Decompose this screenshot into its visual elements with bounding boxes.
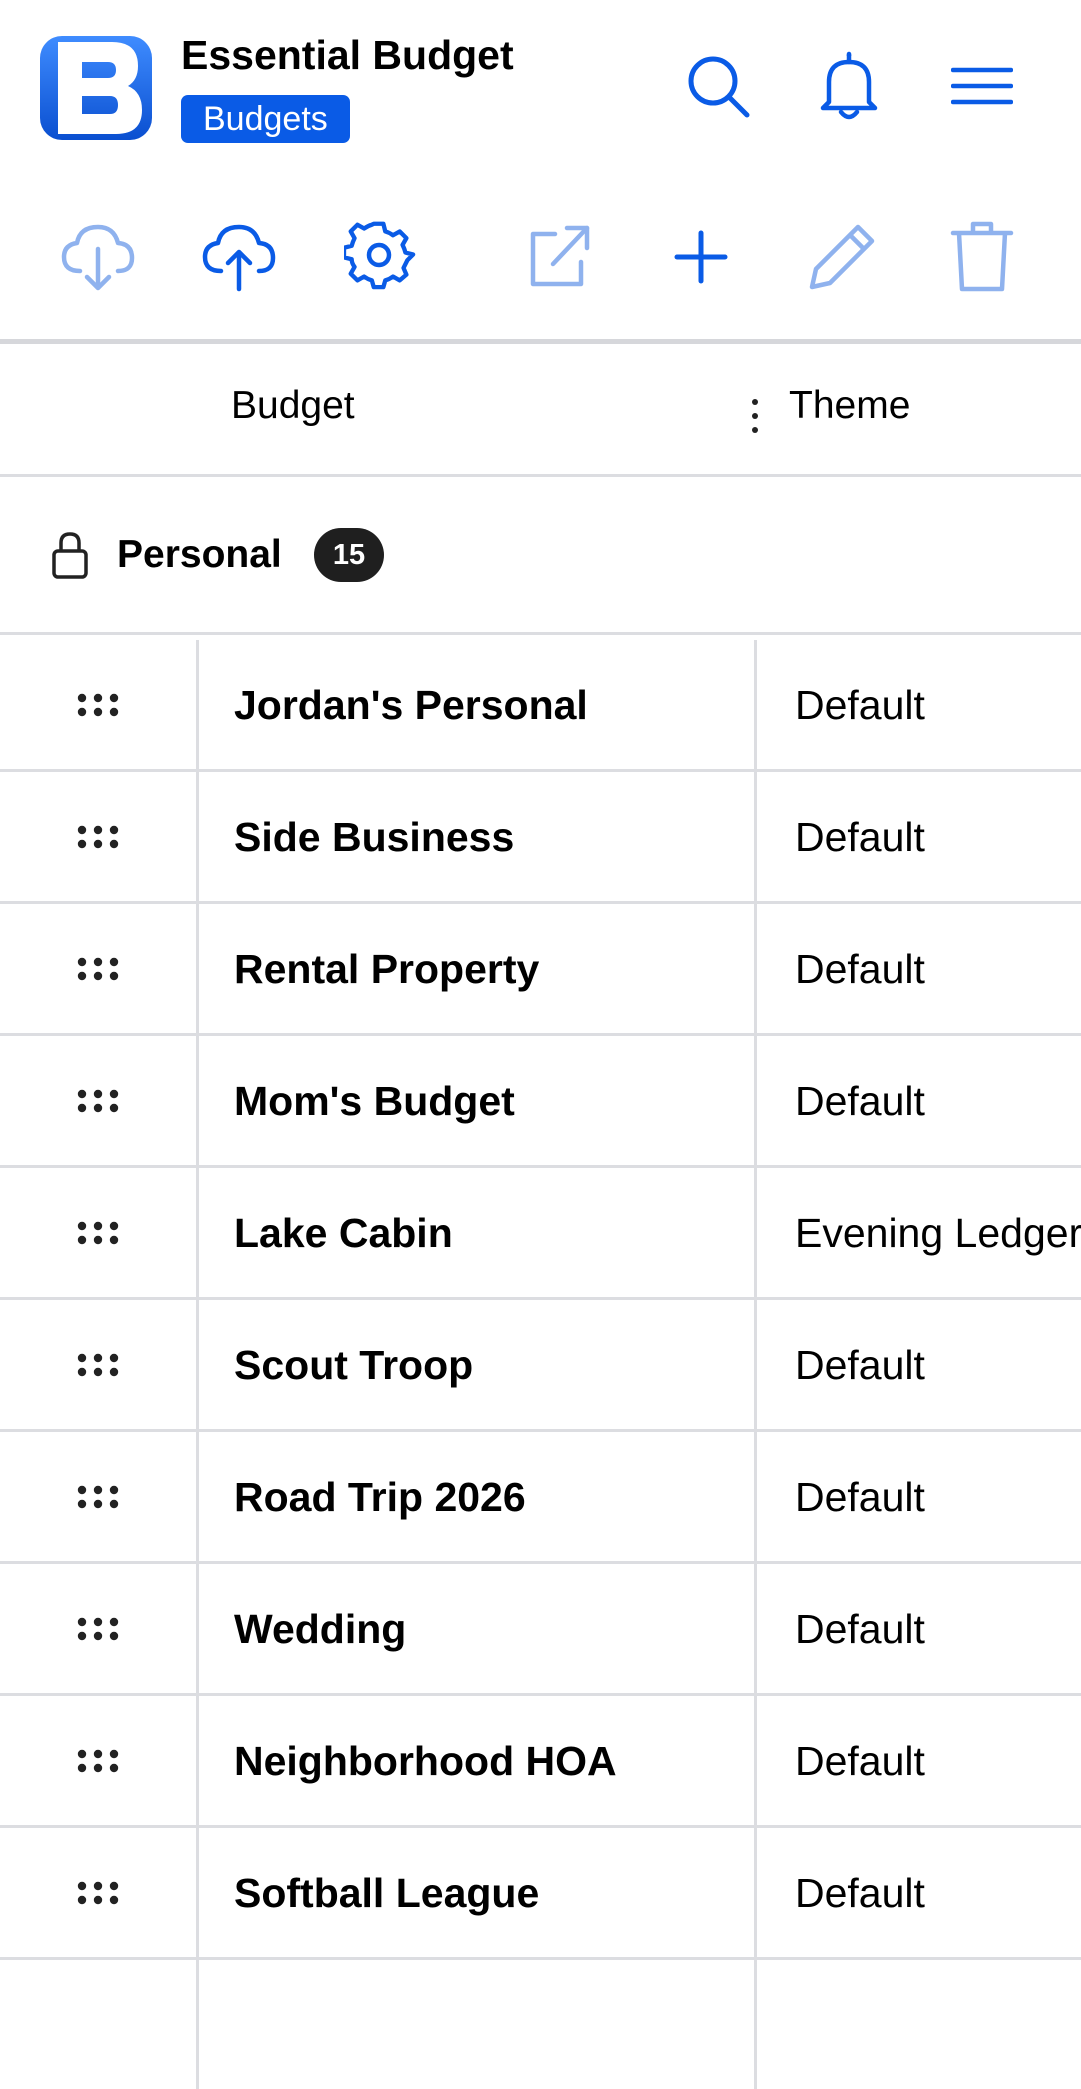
budget-name: Jordan's Personal	[234, 682, 588, 728]
plus-icon	[674, 230, 728, 284]
budget-name: Lake Cabin	[234, 1210, 453, 1256]
drag-handle[interactable]	[0, 1828, 199, 1957]
open-external-button[interactable]	[516, 215, 600, 299]
drag-handle-icon	[77, 1485, 119, 1508]
budget-theme: Default	[795, 1870, 925, 1916]
settings-button[interactable]	[338, 215, 422, 299]
table-row[interactable]: Mom's Budget Default	[0, 1036, 1081, 1168]
budget-name: Wedding	[234, 1606, 407, 1652]
pencil-icon	[809, 224, 875, 290]
hamburger-menu-icon	[951, 67, 1013, 105]
upload-button[interactable]	[197, 215, 281, 299]
section-badge[interactable]: Budgets	[181, 95, 350, 143]
gear-icon	[344, 221, 416, 290]
group-header[interactable]: Personal 15	[0, 477, 1081, 635]
theme-cell[interactable]: Evening Ledger	[754, 1168, 1081, 1297]
drag-handle[interactable]	[0, 640, 199, 769]
table-row[interactable]: Rental Property Default	[0, 904, 1081, 1036]
add-button[interactable]	[659, 215, 743, 299]
table-row[interactable]: Wedding Default	[0, 1564, 1081, 1696]
table-row[interactable]: Side Business Default	[0, 772, 1081, 904]
cloud-download-icon	[61, 224, 135, 291]
budget-name: Road Trip 2026	[234, 1474, 526, 1520]
budget-theme: Default	[795, 1078, 925, 1124]
cloud-upload-icon	[202, 224, 276, 292]
theme-cell[interactable]	[754, 1960, 1081, 2089]
group-count-badge: 15	[314, 528, 384, 582]
theme-cell[interactable]: Default	[754, 1828, 1081, 1957]
budget-list: Jordan's Personal Default Side Business …	[0, 640, 1081, 2089]
budget-theme: Evening Ledger	[795, 1210, 1081, 1256]
drag-handle[interactable]	[0, 1564, 199, 1693]
column-menu-icon[interactable]	[745, 396, 765, 436]
external-link-icon	[530, 225, 590, 287]
budget-theme: Default	[795, 1606, 925, 1652]
budget-name: Neighborhood HOA	[234, 1738, 617, 1784]
drag-handle[interactable]	[0, 1168, 199, 1297]
drag-handle[interactable]	[0, 772, 199, 901]
budget-theme: Default	[795, 1474, 925, 1520]
drag-handle-icon	[77, 1089, 119, 1112]
table-row[interactable]	[0, 1960, 1081, 2089]
drag-handle-icon	[77, 825, 119, 848]
group-name: Personal	[117, 533, 282, 576]
delete-button[interactable]	[940, 215, 1024, 299]
toolbar	[0, 175, 1081, 344]
theme-cell[interactable]: Default	[754, 1564, 1081, 1693]
column-header-budget[interactable]: Budget	[231, 384, 355, 428]
theme-cell[interactable]: Default	[754, 640, 1081, 769]
budget-name: Rental Property	[234, 946, 540, 992]
drag-handle[interactable]	[0, 904, 199, 1033]
budget-theme: Default	[795, 814, 925, 860]
bell-icon	[820, 51, 878, 120]
budget-theme: Default	[795, 946, 925, 992]
drag-handle-icon	[77, 1221, 119, 1244]
theme-cell[interactable]: Default	[754, 1300, 1081, 1429]
table-header: Budget Theme	[0, 344, 1081, 477]
table-row[interactable]: Jordan's Personal Default	[0, 640, 1081, 772]
download-button[interactable]	[56, 215, 140, 299]
budget-theme: Default	[795, 1342, 925, 1388]
app-header: Essential Budget Budgets	[0, 0, 1081, 175]
theme-cell[interactable]: Default	[754, 1432, 1081, 1561]
trash-icon	[950, 221, 1014, 292]
theme-cell[interactable]: Default	[754, 1696, 1081, 1825]
theme-cell[interactable]: Default	[754, 1036, 1081, 1165]
drag-handle[interactable]	[0, 1036, 199, 1165]
budget-name: Side Business	[234, 814, 515, 860]
menu-button[interactable]	[946, 50, 1018, 122]
edit-button[interactable]	[800, 215, 884, 299]
lock-icon	[51, 531, 89, 584]
drag-handle[interactable]	[0, 1960, 199, 2089]
drag-handle[interactable]	[0, 1432, 199, 1561]
drag-handle[interactable]	[0, 1300, 199, 1429]
table-row[interactable]: Scout Troop Default	[0, 1300, 1081, 1432]
theme-cell[interactable]: Default	[754, 772, 1081, 901]
budget-name: Softball League	[234, 1870, 540, 1916]
drag-handle-icon	[77, 957, 119, 980]
budget-name: Scout Troop	[234, 1342, 474, 1388]
search-icon	[688, 56, 750, 118]
drag-handle-icon	[77, 1353, 119, 1376]
search-button[interactable]	[682, 50, 754, 122]
drag-handle-icon	[77, 693, 119, 716]
budget-name: Mom's Budget	[234, 1078, 515, 1124]
drag-handle-icon	[77, 1749, 119, 1772]
table-row[interactable]: Softball League Default	[0, 1828, 1081, 1960]
budget-theme: Default	[795, 682, 925, 728]
notifications-button[interactable]	[813, 50, 885, 122]
app-logo	[38, 34, 154, 142]
theme-cell[interactable]: Default	[754, 904, 1081, 1033]
table-row[interactable]: Neighborhood HOA Default	[0, 1696, 1081, 1828]
drag-handle[interactable]	[0, 1696, 199, 1825]
app-title: Essential Budget	[181, 32, 514, 78]
table-row[interactable]: Road Trip 2026 Default	[0, 1432, 1081, 1564]
column-header-theme[interactable]: Theme	[789, 384, 910, 428]
table-row[interactable]: Lake Cabin Evening Ledger	[0, 1168, 1081, 1300]
budget-theme: Default	[795, 1738, 925, 1784]
drag-handle-icon	[77, 1617, 119, 1640]
drag-handle-icon	[77, 1881, 119, 1904]
